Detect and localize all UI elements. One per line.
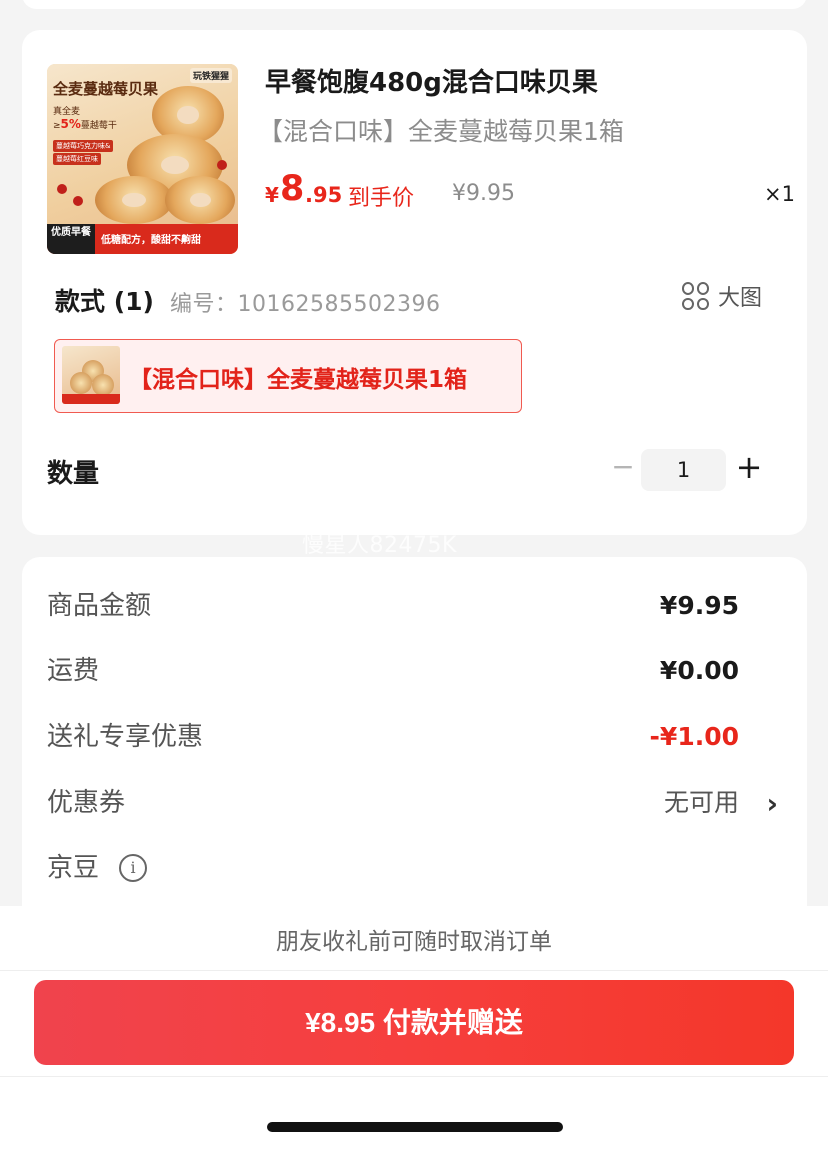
berry-illustration bbox=[217, 160, 227, 170]
original-price: ¥9.95 bbox=[452, 181, 515, 206]
big-image-button[interactable]: 大图 bbox=[681, 280, 762, 312]
summary-label: 送礼专享优惠 bbox=[47, 722, 204, 752]
product-image[interactable]: 玩铁猩猩 全麦蔓越莓贝果 真全麦 ≥5%蔓越莓干 蔓越莓巧克力味& 蔓越莓红豆味… bbox=[47, 64, 238, 254]
pay-and-gift-button[interactable]: ¥8.95 付款并赠送 bbox=[34, 980, 794, 1065]
price-label: 到手价 bbox=[348, 186, 415, 211]
info-icon[interactable]: i bbox=[119, 854, 147, 882]
summary-value: ¥0.00 bbox=[659, 656, 739, 685]
style-label: 款式 (1) bbox=[55, 287, 154, 316]
summary-label: 京豆 bbox=[47, 853, 100, 883]
coupon-status: 无可用 bbox=[663, 788, 739, 817]
watermark: 慢星人82475K bbox=[302, 533, 457, 558]
cancel-notice: 朋友收礼前可随时取消订单 bbox=[276, 929, 552, 955]
grid-icon bbox=[681, 282, 710, 310]
summary-value: ¥9.95 bbox=[659, 591, 739, 620]
quantity-input[interactable]: 1 bbox=[641, 449, 726, 491]
quantity-decrease-button[interactable]: − bbox=[608, 450, 638, 486]
previous-card bbox=[22, 0, 807, 9]
product-title: 早餐饱腹480g混合口味贝果 bbox=[265, 68, 598, 98]
quantity-increase-button[interactable]: + bbox=[734, 448, 764, 488]
summary-label: 运费 bbox=[47, 656, 100, 686]
summary-row-gift-discount: 送礼专享优惠 -¥1.00 bbox=[47, 717, 762, 757]
product-image-subtitle: 真全麦 bbox=[53, 107, 81, 117]
style-option-thumbnail bbox=[62, 346, 120, 404]
product-image-slogan: 低糖配方，酸甜不齁甜 bbox=[101, 235, 201, 246]
berry-illustration bbox=[73, 196, 83, 206]
big-image-label: 大图 bbox=[717, 286, 762, 311]
style-option-selected[interactable]: 【混合口味】全麦蔓越莓贝果1箱 bbox=[54, 339, 522, 413]
quantity-multiplier: ×1 bbox=[764, 182, 795, 206]
product-variant: 【混合口味】全麦蔓越莓贝果1箱 bbox=[258, 117, 624, 146]
summary-row-shipping: 运费 ¥0.00 bbox=[47, 651, 762, 691]
price-integer: 8 bbox=[280, 169, 305, 209]
quantity-label: 数量 bbox=[47, 459, 100, 489]
product-image-brand: 玩铁猩猩 bbox=[189, 68, 232, 83]
product-card: 玩铁猩猩 全麦蔓越莓贝果 真全麦 ≥5%蔓越莓干 蔓越莓巧克力味& 蔓越莓红豆味… bbox=[22, 30, 807, 535]
product-image-percent: ≥5%蔓越莓干 bbox=[53, 117, 117, 131]
product-image-title: 全麦蔓越莓贝果 bbox=[53, 80, 159, 98]
bagel-illustration bbox=[165, 176, 235, 224]
style-code: 编号：10162585502396 bbox=[170, 292, 441, 317]
style-option-label: 【混合口味】全麦蔓越莓贝果1箱 bbox=[129, 367, 468, 393]
summary-label: 优惠券 bbox=[47, 788, 126, 818]
product-image-tag: 蔓越莓巧克力味& bbox=[53, 140, 114, 152]
price-currency: ¥ bbox=[265, 183, 279, 207]
summary-label: 商品金额 bbox=[47, 591, 152, 621]
product-image-badge: 优质早餐 bbox=[47, 224, 95, 254]
summary-row-jingdou: 京豆 i bbox=[47, 848, 762, 888]
summary-value: -¥1.00 bbox=[649, 722, 739, 751]
bagel-illustration bbox=[95, 176, 173, 224]
chevron-right-icon: › bbox=[766, 787, 778, 820]
price-decimal: .95 bbox=[305, 183, 343, 207]
bottom-action-panel: 朋友收礼前可随时取消订单 ¥8.95 付款并赠送 bbox=[0, 906, 828, 1151]
summary-row-coupon[interactable]: 优惠券 无可用 › bbox=[47, 783, 778, 823]
home-indicator[interactable] bbox=[267, 1122, 563, 1132]
divider bbox=[0, 1076, 828, 1077]
berry-illustration bbox=[57, 184, 67, 194]
product-image-tag: 蔓越莓红豆味 bbox=[53, 153, 101, 165]
divider bbox=[0, 970, 828, 971]
summary-row-goods-amount: 商品金额 ¥9.95 bbox=[47, 586, 762, 626]
price-row: ¥ 8 .95 到手价 ¥9.95 ×1 bbox=[265, 166, 795, 216]
order-summary-card: 商品金额 ¥9.95 运费 ¥0.00 送礼专享优惠 -¥1.00 优惠券 无可… bbox=[22, 557, 807, 957]
